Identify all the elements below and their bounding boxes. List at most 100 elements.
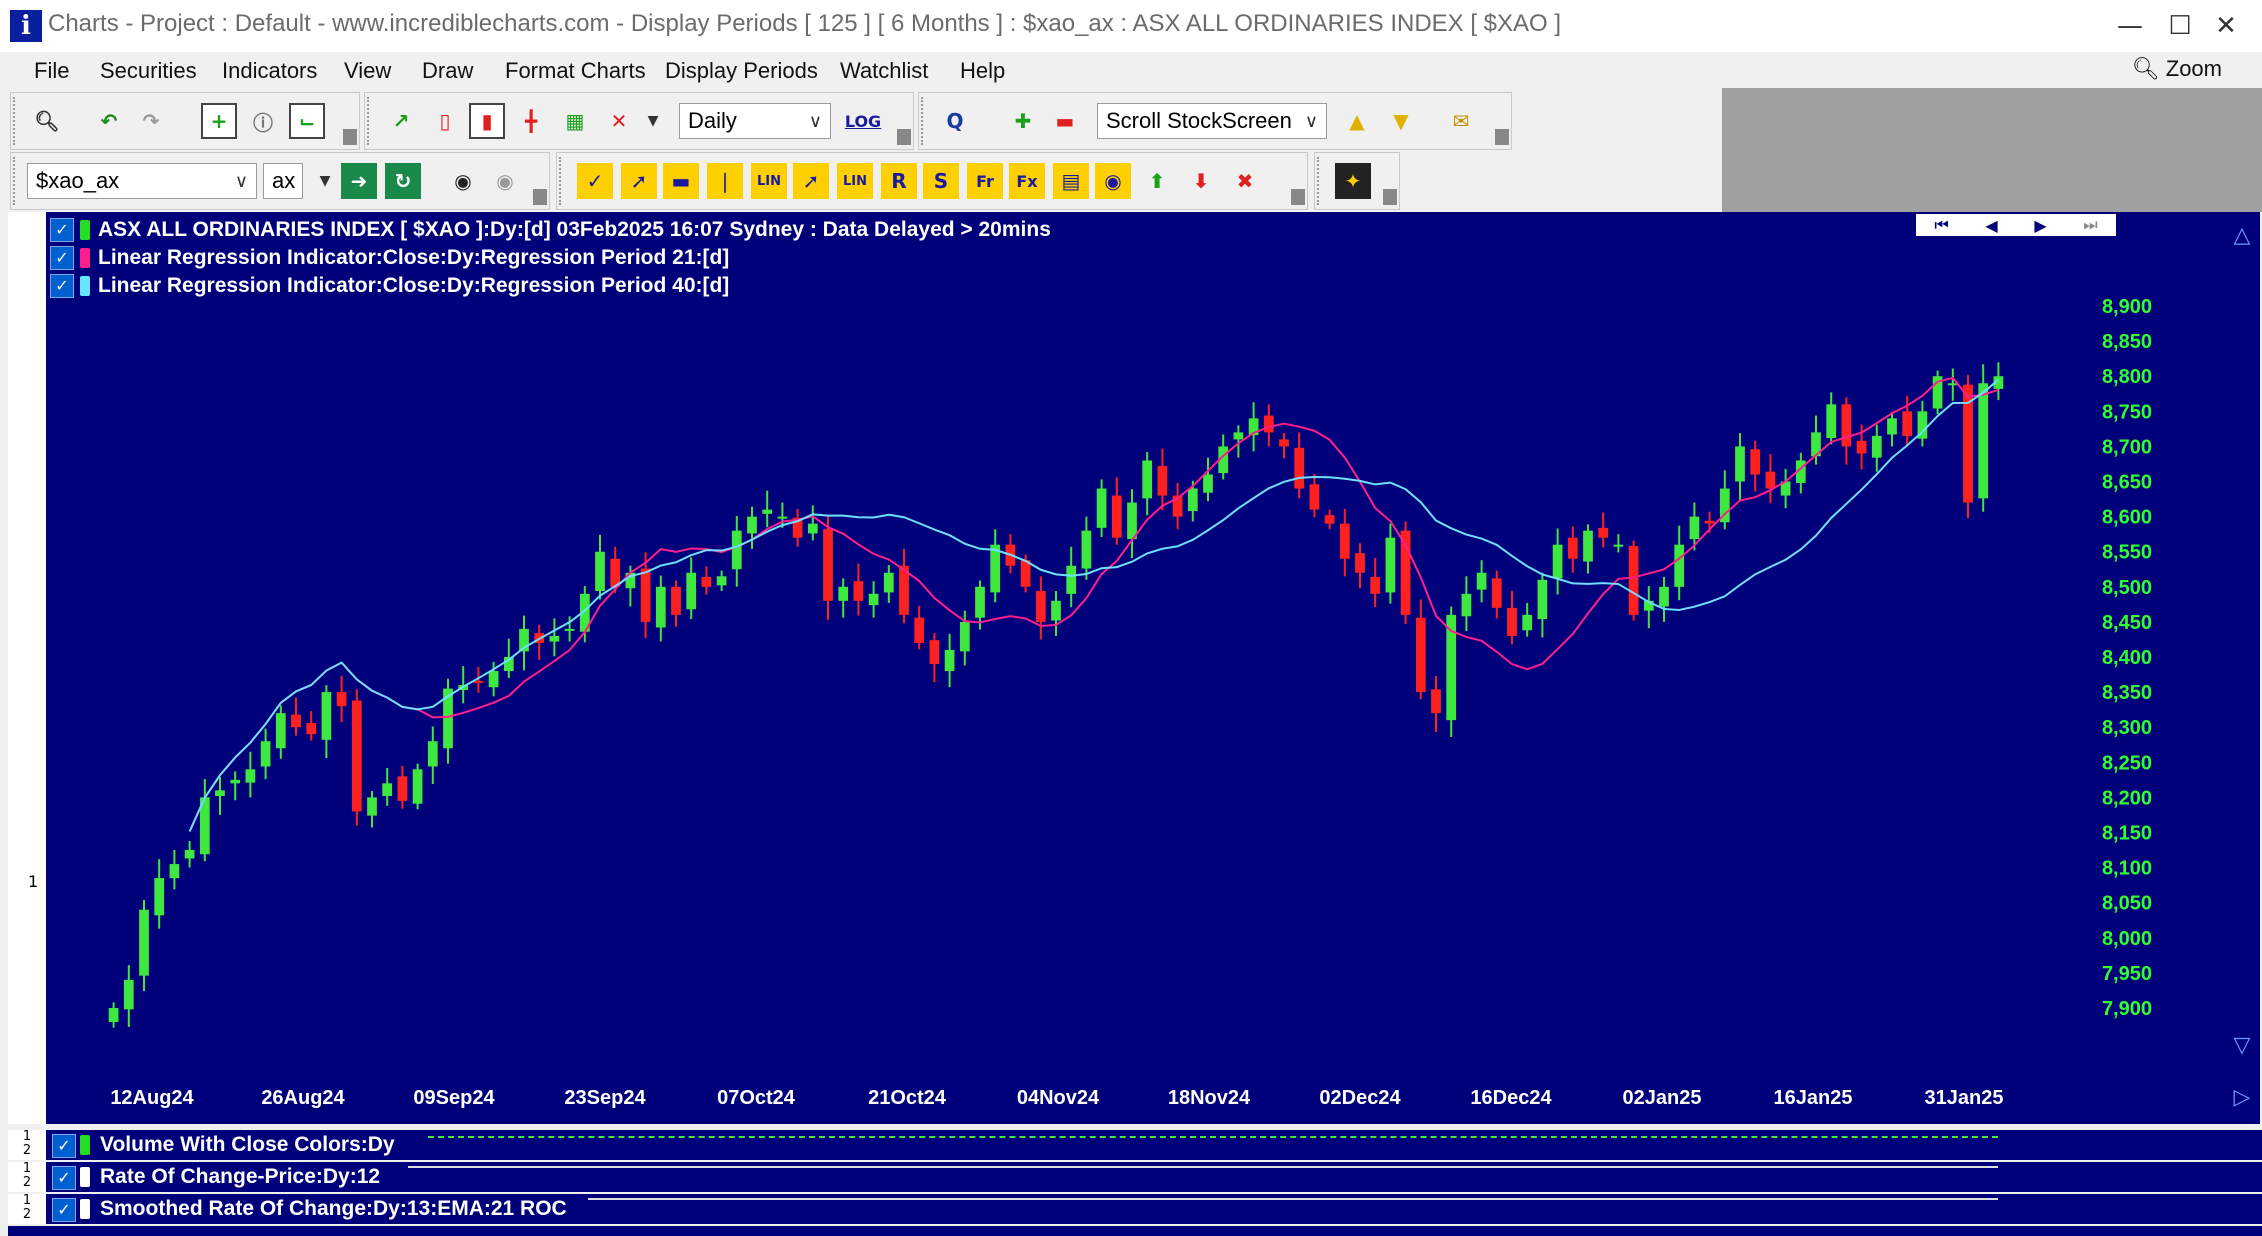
scroll-select[interactable]: Scroll StockScreen ∨ [1097,103,1327,139]
pane-number: 1 2 [8,1130,46,1160]
remove-chart-icon[interactable]: ▬ [1047,103,1083,139]
x-tick-label: 12Aug24 [110,1087,194,1109]
price-chart[interactable]: 7,900 7,950 8,000 8,050 8,100 8,150 8,200 8,250… [46,212,2260,1124]
volume-bars-icon[interactable]: ▦ [557,103,593,139]
candle-body [1355,553,1365,573]
nav-first-icon[interactable]: ⏮ [1934,215,1948,235]
candle-body [1233,432,1244,440]
y-tick-label: 8,150 [2102,822,2152,844]
draw-pointer-icon[interactable]: ✓ [577,163,613,199]
trendline-icon[interactable]: ➚ [621,163,657,199]
comment-icon[interactable]: ◉ [1095,163,1131,199]
chart-frame-icon[interactable]: ⌙ [289,103,325,139]
wand-icon[interactable]: ✦ [1335,163,1371,199]
y-tick-label: 7,950 [2102,963,2152,985]
indicator-pane-volume[interactable]: 1 2 ✓ Volume With Close Colors:Dy [8,1130,2262,1160]
candle-body [382,783,393,796]
close-button[interactable]: ✕ [2196,6,2256,46]
sell-arrow-icon[interactable]: ⬇ [1183,163,1219,199]
fibonacci-extension-icon[interactable]: Fx [1009,163,1045,199]
pane-checkbox[interactable]: ✓ [52,1198,76,1222]
redo-icon[interactable]: ↷ [133,103,169,139]
fibonacci-retracement-icon[interactable]: Fr [967,163,1003,199]
scroll-down-icon[interactable]: ▽ [2234,1032,2251,1057]
legend-row-lr21[interactable]: ✓ Linear Regression Indicator:Close:Dy:R… [50,245,729,271]
menu-watchlist[interactable]: Watchlist [840,58,928,84]
line-chart-icon[interactable]: ↗ [383,103,419,139]
pane-checkbox[interactable]: ✓ [52,1166,76,1190]
legend-row-price[interactable]: ✓ ASX ALL ORDINARIES INDEX [ $XAO ]:Dy:[… [50,217,1051,243]
y-tick-label: 8,750 [2102,401,2152,423]
crosshair-icon[interactable]: + [201,103,237,139]
candle-body [671,586,681,615]
menu-display-periods[interactable]: Display Periods [665,58,818,84]
horizontal-line-icon[interactable]: ▬ [663,163,699,199]
mail-icon[interactable]: ✉ [1443,103,1479,139]
menu-view[interactable]: View [344,58,391,84]
y-tick-label: 8,650 [2102,472,2152,494]
menu-securities[interactable]: Securities [100,58,197,84]
pane-number: 1 [28,872,39,891]
nav-back-icon[interactable]: ◀ [1985,216,1997,235]
y-tick-label: 8,800 [2102,366,2152,388]
add-chart-icon[interactable]: ✚ [1005,103,1041,139]
legend-row-lr40[interactable]: ✓ Linear Regression Indicator:Close:Dy:R… [50,273,729,299]
refresh-icon[interactable]: ↻ [385,163,421,199]
menu-help[interactable]: Help [960,58,1005,84]
nav-last-icon[interactable]: ⏭ [2083,215,2097,235]
buy-arrow-icon[interactable]: ⬆ [1139,163,1175,199]
period-select[interactable]: Daily ∨ [679,103,831,139]
price-chart-pane[interactable]: 7,900 7,950 8,000 8,050 8,100 8,150 8,200 8,250… [46,212,2260,1124]
indicator-pane-smoothed-roc[interactable]: 1 2 ✓ Smoothed Rate Of Change:Dy:13:EMA:… [8,1194,2262,1224]
magnifier-icon[interactable]: 🔍︎ [29,103,65,139]
candle-body [412,769,423,804]
binoculars-icon[interactable]: ◉ [445,163,481,199]
regression-channel-icon[interactable]: LIN [837,163,873,199]
y-tick-label: 8,250 [2102,752,2152,774]
menu-indicators[interactable]: Indicators [222,58,317,84]
candle-body [139,909,149,976]
security-code-input[interactable]: $xao_ax ∨ [27,163,257,199]
legend-checkbox[interactable]: ✓ [50,218,74,242]
go-arrow-icon[interactable]: ➜ [341,163,377,199]
pane-checkbox[interactable]: ✓ [52,1134,76,1158]
pane-swatch [80,1199,90,1219]
candle-body [1689,516,1700,540]
candle-body [1552,544,1563,579]
zoom-button[interactable]: 🔍︎ Zoom [2132,56,2222,82]
legend-checkbox[interactable]: ✓ [50,246,74,270]
candlestick-icon[interactable]: ▮ [469,103,505,139]
parallel-lines-icon[interactable]: ➚ [793,163,829,199]
undo-icon[interactable]: ↶ [91,103,127,139]
arrow-up-icon[interactable]: ▲ [1339,103,1375,139]
scroll-right-icon[interactable]: ▷ [2234,1084,2251,1109]
quote-icon[interactable]: Q [937,103,973,139]
ohlc-icon[interactable]: ╋ [513,103,549,139]
linear-regression-icon[interactable]: LIN [751,163,787,199]
support-icon[interactable]: S [923,163,959,199]
dropdown-arrow-icon[interactable]: ▼ [635,103,671,139]
delete-icon[interactable]: ✖ [1227,163,1263,199]
exchange-code-input[interactable]: ax [263,163,303,199]
log-scale-button[interactable]: LOG [845,103,881,139]
candle-body [1111,495,1122,538]
candle-body [1127,502,1137,540]
resistance-icon[interactable]: R [881,163,917,199]
legend-checkbox[interactable]: ✓ [50,274,74,298]
text-note-icon[interactable]: ▤ [1053,163,1089,199]
zoom-icon: 🔍︎ [2131,56,2160,81]
bar-chart-icon[interactable]: ▯ [427,103,463,139]
nav-forward-icon[interactable]: ▶ [2034,216,2046,235]
compare-icon[interactable]: ◉ [487,163,523,199]
menu-draw[interactable]: Draw [422,58,473,84]
indicator-pane-roc[interactable]: 1 2 ✓ Rate Of Change-Price:Dy:12 [8,1162,2262,1192]
arrow-down-icon[interactable]: ▼ [1383,103,1419,139]
point-figure-icon[interactable]: ✕ [601,103,637,139]
vertical-line-icon[interactable]: ❘ [707,163,743,199]
menu-format-charts[interactable]: Format Charts [505,58,646,84]
dropdown-arrow-icon[interactable]: ▼ [307,163,343,199]
menu-file[interactable]: File [34,58,69,84]
scroll-up-icon[interactable]: △ [2234,222,2251,247]
info-icon[interactable]: ⓘ [245,103,281,139]
candle-body [184,850,195,859]
